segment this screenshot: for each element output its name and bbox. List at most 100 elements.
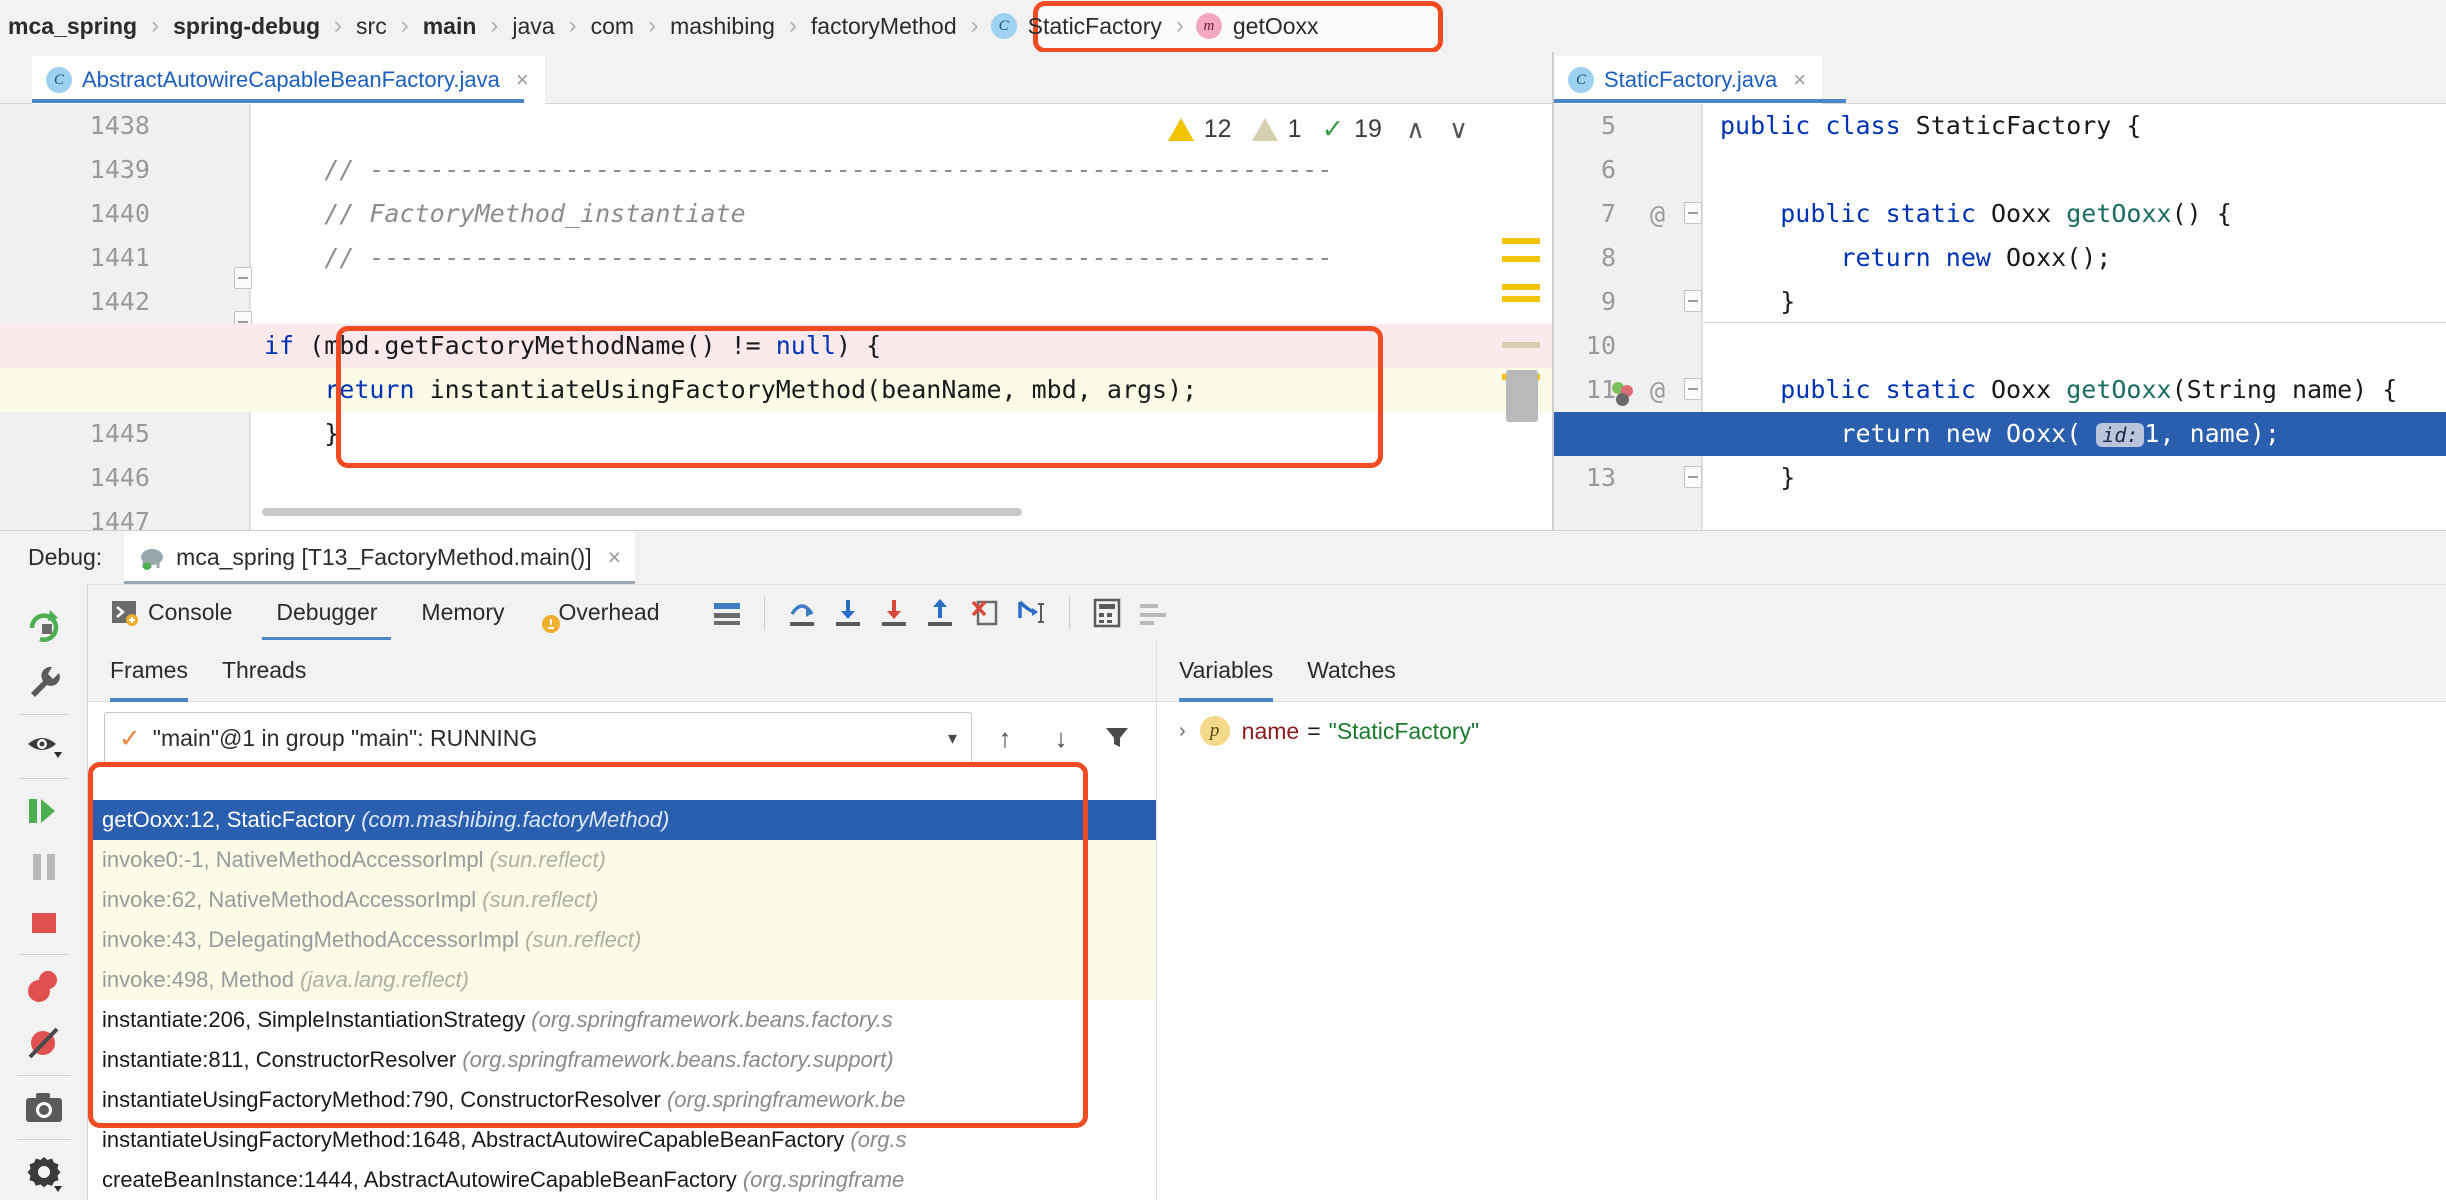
breadcrumb-separator: › xyxy=(151,12,160,39)
breadcrumb-item-staticfactory[interactable]: C StaticFactory xyxy=(990,13,1164,40)
debug-session-tab[interactable]: mca_spring [T13_FactoryMethod.main()] × xyxy=(124,530,636,585)
eye-icon[interactable] xyxy=(9,718,79,774)
camera-icon[interactable] xyxy=(9,1080,79,1136)
frame-list-item[interactable]: getOoxx:12, StaticFactory (com.mashibing… xyxy=(88,800,1156,840)
tab-overhead[interactable]: Overhead xyxy=(526,585,681,641)
inspection-widget[interactable]: 12 1 ✓ 19 ∧ ∨ xyxy=(1167,114,1468,145)
step-over-button[interactable] xyxy=(779,590,825,636)
tab-console[interactable]: Console xyxy=(88,585,254,641)
breadcrumb-item-mca-spring[interactable]: mca_spring xyxy=(6,13,139,40)
editor-tab-underline xyxy=(1554,99,1846,103)
method-name: getOoxx xyxy=(2066,375,2172,404)
frame-list-item[interactable]: instantiate:206, SimpleInstantiationStra… xyxy=(88,1000,1156,1040)
frame-list-item[interactable]: invoke0:-1, NativeMethodAccessorImpl (su… xyxy=(88,840,1156,880)
tab-threads[interactable]: Threads xyxy=(222,640,306,702)
filter-icon[interactable] xyxy=(1094,715,1140,761)
marker-stripe[interactable] xyxy=(1502,284,1540,290)
close-icon[interactable]: × xyxy=(516,67,529,93)
drop-frame-button[interactable] xyxy=(963,590,1009,636)
pause-program-button[interactable] xyxy=(9,839,79,895)
editor-tab-abstractautowirecapablebeanfactory[interactable]: C AbstractAutowireCapableBeanFactory.jav… xyxy=(32,56,545,104)
frame-list-item[interactable]: invoke:62, NativeMethodAccessorImpl (sun… xyxy=(88,880,1156,920)
ide-window: mca_spring › spring-debug › src › main ›… xyxy=(0,0,2446,1200)
breadcrumb-item-java[interactable]: java xyxy=(510,13,556,40)
rerun-button[interactable] xyxy=(9,598,79,654)
move-down-button[interactable]: ↓ xyxy=(1038,715,1084,761)
breadcrumb-label: getOoxx xyxy=(1232,12,1319,39)
close-icon[interactable]: × xyxy=(608,544,621,571)
breadcrumb-item-spring-debug[interactable]: spring-debug xyxy=(171,13,322,40)
marker-stripe[interactable] xyxy=(1502,342,1540,348)
frame-package: (sun.reflect) xyxy=(482,887,599,912)
step-out-button[interactable] xyxy=(917,590,963,636)
frame-list-item[interactable]: invoke:498, Method (java.lang.reflect) xyxy=(88,960,1156,1000)
marker-stripe[interactable] xyxy=(1502,238,1540,244)
breadcrumb-item-getooxx[interactable]: m getOoxx xyxy=(1195,12,1321,40)
sidebar-separator xyxy=(17,1139,70,1141)
view-breakpoints-button[interactable] xyxy=(9,959,79,1015)
settings-button[interactable] xyxy=(1130,590,1176,636)
gear-icon[interactable] xyxy=(9,1144,79,1200)
frame-list-item[interactable]: createBeanInstance:1444, AbstractAutowir… xyxy=(88,1160,1156,1200)
expand-arrow-icon[interactable]: › xyxy=(1179,720,1186,743)
frame-method: instantiateUsingFactoryMethod:1648, Abst… xyxy=(102,1127,845,1152)
frame-list-item[interactable]: instantiate:811, ConstructorResolver (or… xyxy=(88,1040,1156,1080)
scrollbar-thumb-vertical[interactable] xyxy=(1506,370,1538,422)
marker-stripe[interactable] xyxy=(1502,296,1540,302)
code-line: // -------------------------------------… xyxy=(264,155,1333,184)
mute-breakpoints-button[interactable] xyxy=(9,1015,79,1071)
evaluate-expression-button[interactable] xyxy=(1084,590,1130,636)
marker-stripe[interactable] xyxy=(1502,256,1540,262)
debug-session-title: mca_spring [T13_FactoryMethod.main()] xyxy=(176,544,592,570)
breadcrumb-item-main[interactable]: main xyxy=(421,13,479,40)
force-step-into-button[interactable] xyxy=(871,590,917,636)
stop-button[interactable] xyxy=(9,895,79,951)
tab-debugger[interactable]: Debugger xyxy=(254,585,399,641)
resume-program-button[interactable] xyxy=(9,783,79,839)
breadcrumb-item-com[interactable]: com xyxy=(589,13,636,40)
editor-tab-underline xyxy=(32,99,524,103)
tab-variables[interactable]: Variables xyxy=(1179,640,1274,702)
variable-row[interactable]: › p name = "StaticFactory" xyxy=(1157,702,2446,760)
next-problem-icon[interactable]: ∨ xyxy=(1449,114,1468,145)
frame-package: (sun.reflect) xyxy=(489,847,606,872)
frame-package: (org.springframework.be xyxy=(666,1087,906,1112)
chevron-down-icon[interactable]: ▾ xyxy=(948,728,957,749)
code-line: public static Ooxx getOoxx() { xyxy=(1780,199,2232,228)
step-into-button[interactable] xyxy=(825,590,871,636)
breadcrumb-label: spring-debug xyxy=(173,12,321,39)
run-to-cursor-button[interactable] xyxy=(1009,590,1055,636)
frame-list-item[interactable]: instantiateUsingFactoryMethod:790, Const… xyxy=(88,1080,1156,1120)
frame-list-item[interactable]: invoke:43, DelegatingMethodAccessorImpl … xyxy=(88,920,1156,960)
layout-settings-button[interactable] xyxy=(704,590,750,636)
code-content-left[interactable]: // -------------------------------------… xyxy=(0,104,1554,530)
console-icon xyxy=(110,598,140,628)
variables-tabs: Variables Watches xyxy=(1157,640,2446,702)
scrollbar-horizontal[interactable] xyxy=(262,508,1022,516)
tab-memory[interactable]: Memory xyxy=(399,585,526,641)
tab-frames[interactable]: Frames xyxy=(110,640,188,702)
frame-list-item[interactable]: instantiateUsingFactoryMethod:1648, Abst… xyxy=(88,1120,1156,1160)
frame-package: (org.springframework.beans.factory.suppo… xyxy=(462,1047,894,1072)
editor-split: C AbstractAutowireCapableBeanFactory.jav… xyxy=(0,52,2446,548)
breadcrumb-item-mashibing[interactable]: mashibing xyxy=(668,13,777,40)
code-content-right[interactable]: public class StaticFactory { public stat… xyxy=(1554,104,2446,530)
code-line: } xyxy=(1720,463,1796,492)
keyword-public-static: public static xyxy=(1780,199,1976,228)
editor-tabstrip-right: C StaticFactory.java × xyxy=(1554,52,2446,104)
frame-list[interactable]: getOoxx:12, StaticFactory (com.mashibing… xyxy=(88,800,1156,1200)
close-icon[interactable]: × xyxy=(1793,67,1806,93)
move-up-button[interactable]: ↑ xyxy=(982,715,1028,761)
breadcrumb-separator: › xyxy=(490,12,499,39)
wrench-icon[interactable] xyxy=(9,654,79,710)
editor-tabstrip-left: C AbstractAutowireCapableBeanFactory.jav… xyxy=(0,52,1554,104)
keyword-public: public class xyxy=(1720,111,1901,140)
breadcrumb-label: mca_spring xyxy=(8,12,138,39)
breadcrumb-item-factorymethod[interactable]: factoryMethod xyxy=(809,13,959,40)
thread-select[interactable]: ✓ "main"@1 in group "main": RUNNING ▾ xyxy=(104,712,972,764)
breadcrumb-item-src[interactable]: src xyxy=(354,13,389,40)
editor-tab-staticfactory[interactable]: C StaticFactory.java × xyxy=(1554,56,1823,104)
tab-label: Watches xyxy=(1307,657,1396,683)
tab-watches[interactable]: Watches xyxy=(1307,640,1396,702)
prev-problem-icon[interactable]: ∧ xyxy=(1406,114,1425,145)
